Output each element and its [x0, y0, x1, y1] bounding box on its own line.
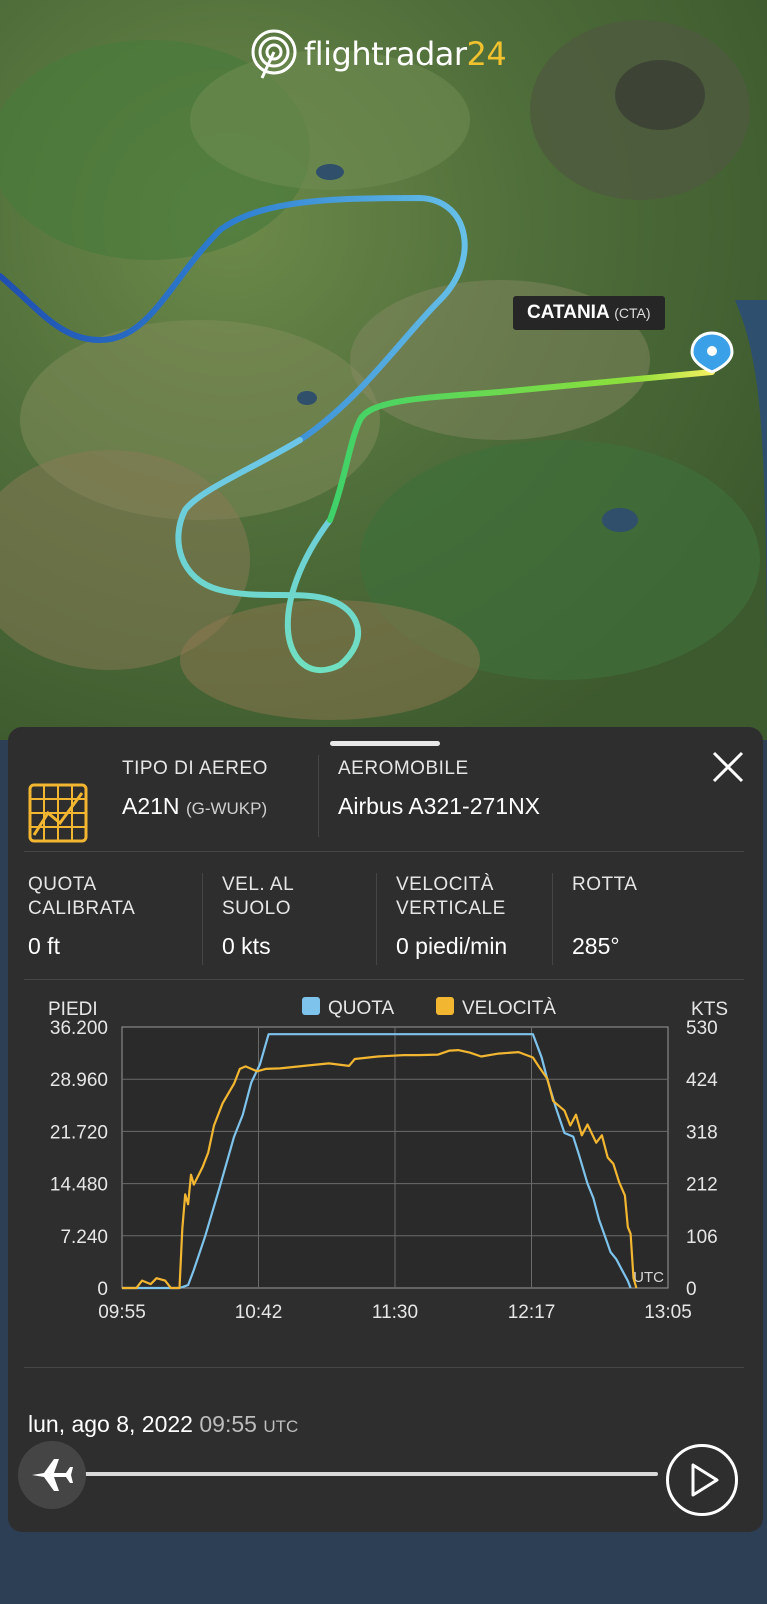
- y-tick-right: 530: [686, 1018, 718, 1039]
- y-tick-right: 0: [686, 1279, 697, 1300]
- playback-date: lun, ago 8, 2022: [28, 1411, 193, 1437]
- y-tick-left: 0: [97, 1279, 108, 1300]
- stat-value-altitude: 0 ft: [28, 933, 60, 959]
- drag-handle[interactable]: [330, 741, 440, 746]
- aircraft-type-label: TIPO DI AEREO: [122, 758, 268, 779]
- x-tick: 09:55: [98, 1302, 146, 1323]
- divider: [552, 873, 553, 965]
- legend-swatch: [436, 997, 454, 1015]
- stat-label-altitude: QUOTA CALIBRATA: [28, 874, 136, 919]
- y-axis-label-right: KTS: [691, 999, 728, 1020]
- app-root: flightradar24 CATANIA (CTA) TIPO DI AERE…: [0, 0, 767, 1604]
- x-tick: 13:05: [644, 1302, 692, 1323]
- stat-label-vertical-speed: VELOCITÀ VERTICALE: [396, 874, 506, 919]
- y-tick-left: 36.200: [50, 1018, 108, 1039]
- airplane-icon: [32, 1459, 73, 1491]
- flightradar24-logo: flightradar24: [250, 28, 507, 80]
- playback-slider-handle[interactable]: [18, 1441, 86, 1509]
- stat-label-ground-speed: VEL. AL SUOLO: [222, 874, 295, 919]
- aircraft-type-value: A21N (G-WUKP): [122, 793, 268, 819]
- y-tick-right: 424: [686, 1070, 718, 1091]
- y-tick-left: 14.480: [50, 1175, 108, 1196]
- aircraft-label: AEROMOBILE: [338, 758, 469, 779]
- legend-label: QUOTA: [328, 998, 394, 1019]
- stat-value-ground-speed: 0 kts: [222, 933, 271, 959]
- divider: [318, 755, 319, 837]
- playback-slider-track[interactable]: [76, 1472, 658, 1476]
- divider: [202, 873, 203, 965]
- x-tick: 10:42: [235, 1302, 283, 1323]
- airport-name: CATANIA: [527, 302, 609, 323]
- x-tick: 12:17: [508, 1302, 556, 1323]
- airport-code: (CTA): [614, 305, 651, 321]
- aircraft-type-icon: [28, 783, 88, 843]
- close-icon[interactable]: [708, 747, 748, 787]
- y-axis-label-left: PIEDI: [48, 999, 98, 1020]
- playback-time: 09:55: [199, 1411, 257, 1437]
- divider: [24, 851, 744, 852]
- flight-info-panel: TIPO DI AEREO A21N (G-WUKP) AEROMOBILE A…: [8, 727, 763, 1532]
- airport-label[interactable]: CATANIA (CTA): [513, 296, 665, 330]
- divider: [24, 1367, 744, 1368]
- playback-timezone: UTC: [263, 1417, 299, 1436]
- y-tick-left: 21.720: [50, 1122, 108, 1143]
- play-icon: [691, 1463, 719, 1497]
- x-tick: 11:30: [372, 1302, 418, 1323]
- legend-swatch: [302, 997, 320, 1015]
- y-tick-right: 106: [686, 1227, 718, 1248]
- stat-label-heading: ROTTA: [572, 874, 638, 895]
- corner-label: UTC: [633, 1269, 664, 1286]
- y-tick-left: 7.240: [60, 1227, 108, 1248]
- logo-wordmark: flightradar24: [304, 35, 507, 73]
- y-tick-right: 318: [686, 1122, 718, 1143]
- aircraft-value: Airbus A321-271NX: [338, 793, 541, 819]
- stat-value-vertical-speed: 0 piedi/min: [396, 933, 508, 959]
- play-button[interactable]: [666, 1444, 738, 1516]
- y-tick-right: 212: [686, 1175, 718, 1196]
- divider: [24, 979, 744, 980]
- radar-logo-icon: [251, 29, 297, 79]
- playback-timestamp: lun, ago 8, 2022 09:55 UTC: [28, 1411, 298, 1438]
- stat-value-heading: 285°: [572, 933, 620, 959]
- altitude-speed-chart[interactable]: 36.200 530 28.960 424 21.720 318 14.480 212 7.24…: [8, 985, 763, 1355]
- y-tick-left: 28.960: [50, 1070, 108, 1091]
- divider: [376, 873, 377, 965]
- registration: (G-WUKP): [185, 799, 268, 818]
- legend-label: VELOCITÀ: [462, 998, 556, 1019]
